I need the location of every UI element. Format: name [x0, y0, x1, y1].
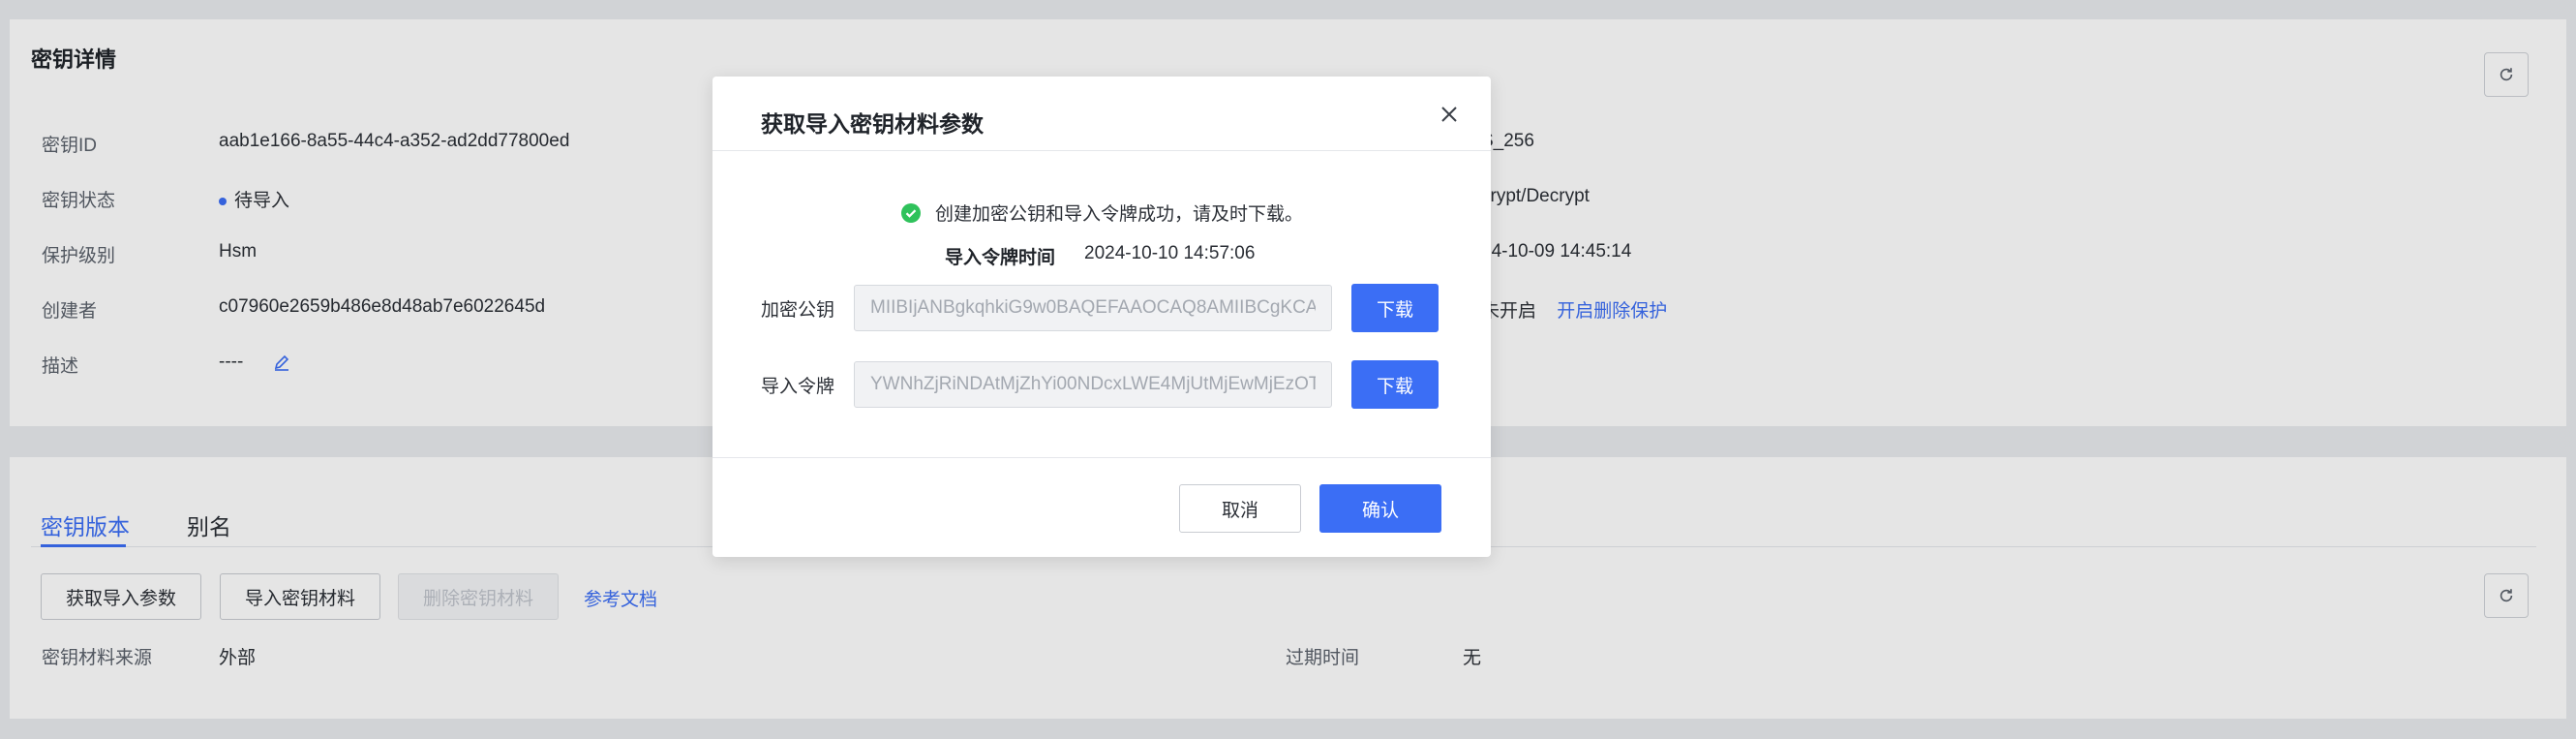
public-key-label: 加密公钥 — [761, 300, 835, 321]
dialog-header-divider — [712, 150, 1491, 151]
close-icon[interactable] — [1437, 102, 1462, 127]
download-import-token-button[interactable]: 下载 — [1351, 360, 1439, 409]
cancel-button[interactable]: 取消 — [1179, 484, 1301, 533]
success-check-icon — [901, 202, 921, 223]
dialog-title: 获取导入密钥材料参数 — [761, 111, 984, 137]
confirm-button[interactable]: 确认 — [1319, 484, 1441, 533]
success-message: 创建加密公钥和导入令牌成功，请及时下载。 — [900, 200, 1303, 226]
dialog-footer-divider — [712, 457, 1491, 458]
import-token-field[interactable] — [854, 361, 1332, 408]
import-token-time-value: 2024-10-10 14:57:06 — [1084, 243, 1256, 263]
import-token-label: 导入令牌 — [761, 377, 835, 397]
download-public-key-button[interactable]: 下载 — [1351, 284, 1439, 332]
import-params-dialog: 获取导入密钥材料参数 创建加密公钥和导入令牌成功，请及时下载。 导入令牌时间 2… — [712, 77, 1491, 557]
public-key-field[interactable] — [854, 285, 1332, 331]
success-text: 创建加密公钥和导入令牌成功，请及时下载。 — [935, 204, 1304, 225]
import-token-time-label: 导入令牌时间 — [945, 248, 1056, 268]
